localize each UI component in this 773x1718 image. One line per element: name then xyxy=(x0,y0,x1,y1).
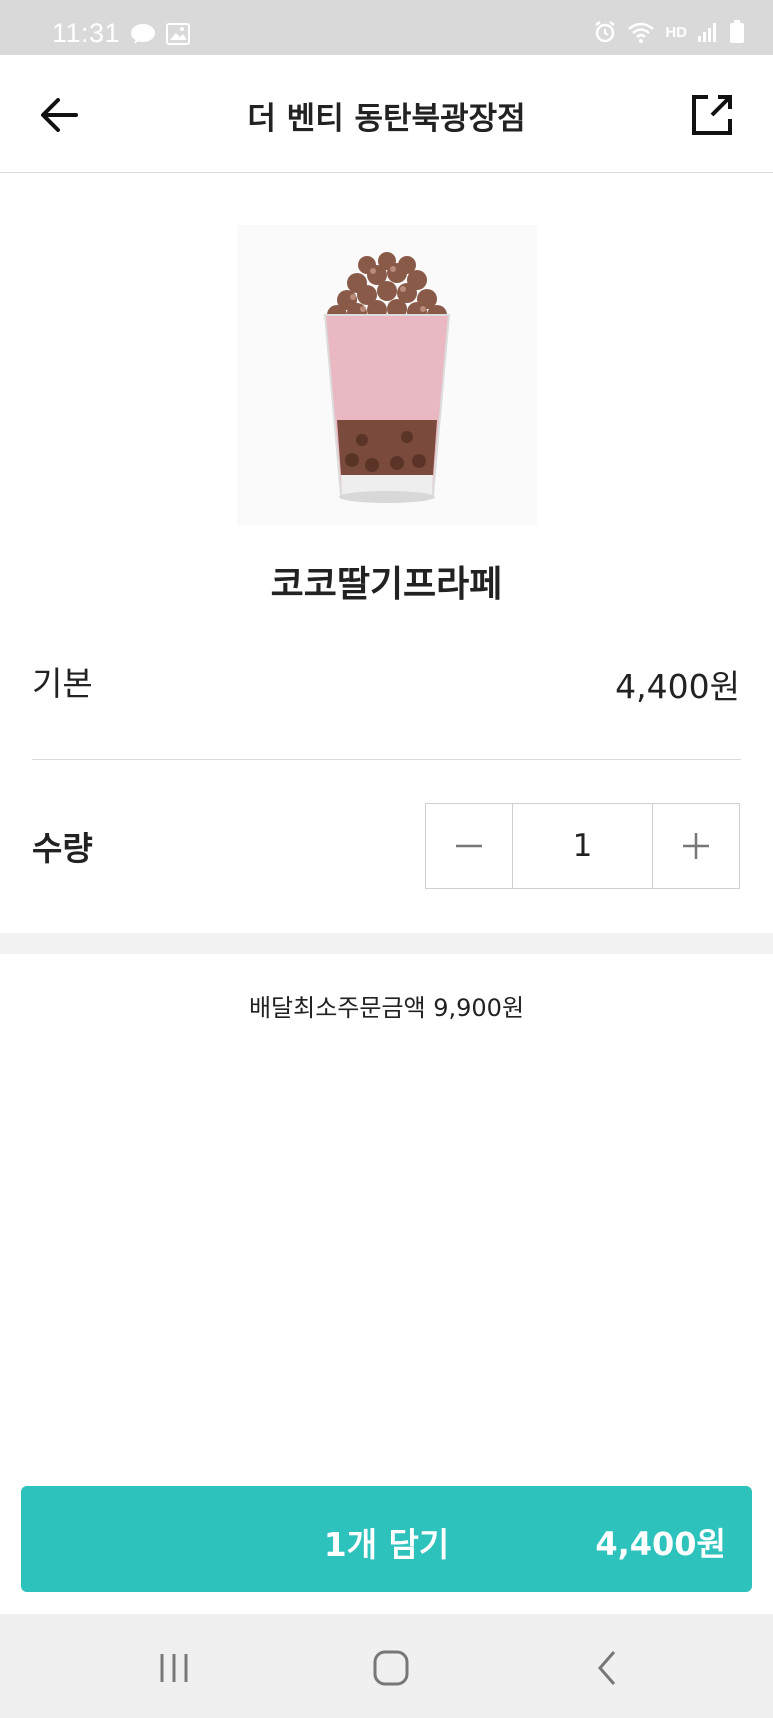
back-icon xyxy=(598,1651,616,1685)
add-to-cart-button[interactable]: 1개 담기 4,400원 xyxy=(21,1486,752,1592)
base-option-label: 기본 xyxy=(32,664,93,703)
increase-quantity-button[interactable] xyxy=(652,804,739,888)
alarm-icon xyxy=(595,21,616,43)
hd-voice-icon: HD xyxy=(665,23,687,41)
quantity-stepper: 1 xyxy=(425,803,740,889)
system-nav-bar xyxy=(0,1614,773,1718)
decrease-quantity-button[interactable] xyxy=(426,804,513,888)
base-option-price: 4,400원 xyxy=(615,667,740,706)
signal-icon xyxy=(698,23,716,42)
status-left: 11:31 xyxy=(52,18,191,49)
product-image xyxy=(237,225,537,525)
section-separator xyxy=(0,933,773,954)
plus-icon xyxy=(683,833,709,859)
quantity-value: 1 xyxy=(572,828,593,864)
home-icon xyxy=(373,1650,409,1686)
add-to-cart-price: 4,400원 xyxy=(595,1525,726,1563)
image-icon xyxy=(166,22,191,45)
recent-apps-button[interactable] xyxy=(144,1648,204,1688)
page-title: 더 벤티 동탄북광장점 xyxy=(247,101,526,137)
status-right: HD xyxy=(593,20,745,44)
minus-icon xyxy=(456,844,482,848)
home-button[interactable] xyxy=(361,1648,421,1688)
product-name: 코코딸기프라페 xyxy=(270,564,503,605)
header: 더 벤티 동탄북광장점 xyxy=(0,55,773,173)
share-button[interactable] xyxy=(688,91,736,139)
minimum-order-notice: 배달최소주문금액 9,900원 xyxy=(248,994,525,1022)
status-time: 11:31 xyxy=(52,18,121,48)
recent-apps-icon xyxy=(160,1654,188,1682)
divider xyxy=(32,759,741,760)
status-bar: 11:31 HD xyxy=(0,0,773,55)
system-back-button[interactable] xyxy=(578,1648,638,1688)
battery-icon xyxy=(730,20,744,43)
share-external-icon xyxy=(692,95,732,135)
quantity-label: 수량 xyxy=(32,829,93,868)
chat-bubble-icon xyxy=(131,23,156,44)
wifi-icon xyxy=(628,22,655,43)
